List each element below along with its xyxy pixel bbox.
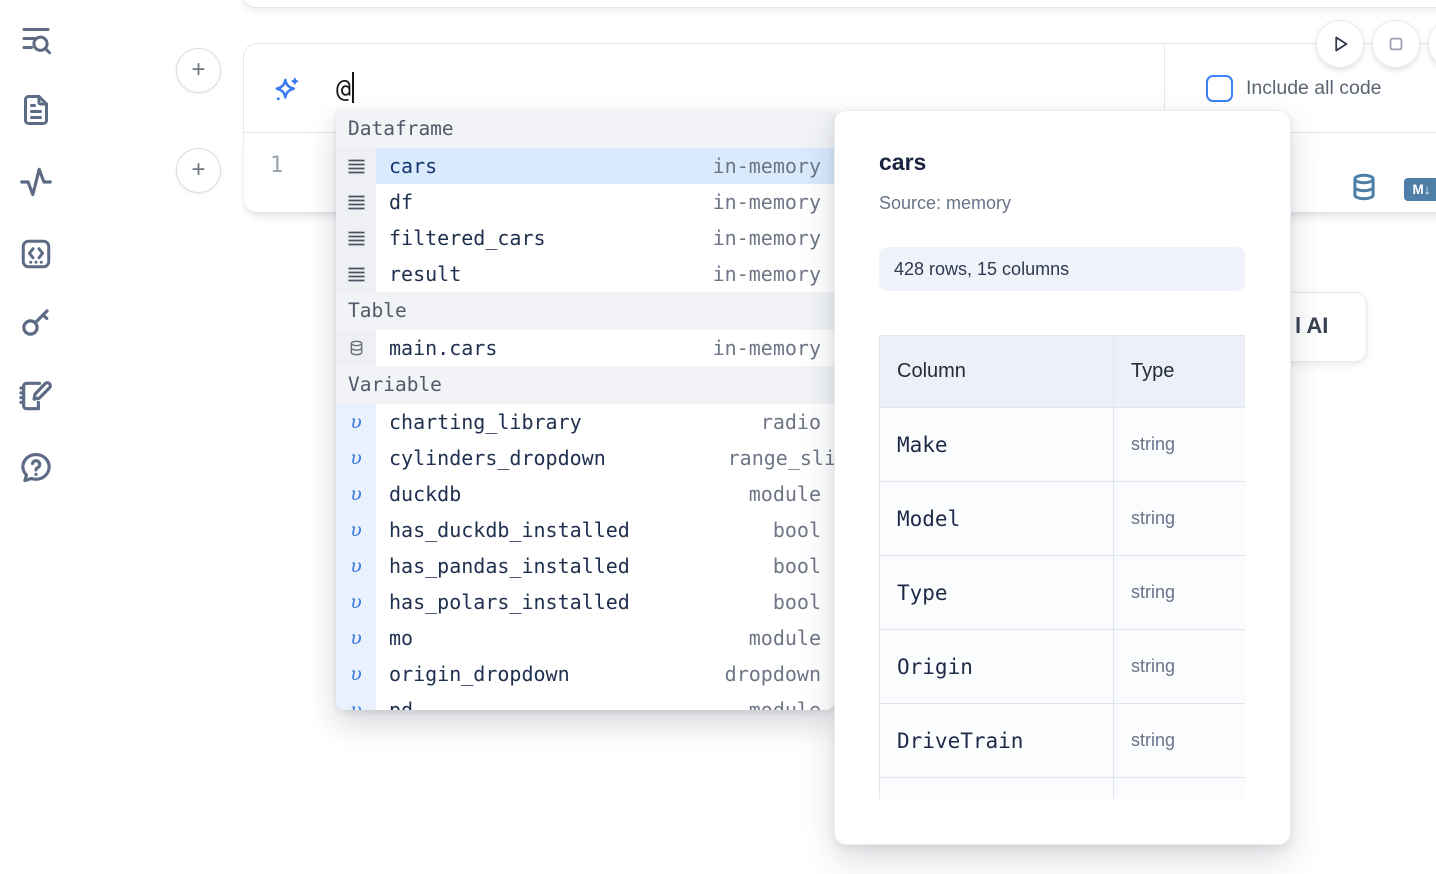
table-row: Model string (880, 482, 1246, 556)
add-cell-button[interactable]: + (176, 48, 221, 93)
stop-icon (1383, 31, 1409, 57)
text-cursor (352, 72, 354, 103)
dataframe-preview-panel: cars Source: memory 428 rows, 15 columns… (834, 110, 1291, 845)
autocomplete-item-cars[interactable]: carsin-memory (336, 148, 834, 184)
help-chat-icon[interactable] (16, 448, 56, 488)
autocomplete-dropdown: Dataframe carsin-memory dfin-memory filt… (336, 110, 834, 710)
scratchpad-icon[interactable] (16, 376, 56, 416)
autocomplete-item-duckdb[interactable]: υ duckdbmodule (336, 476, 834, 512)
file-text-icon[interactable] (16, 90, 56, 130)
rows-icon (347, 230, 366, 247)
markdown-icon[interactable]: M↓ (1404, 178, 1436, 201)
key-icon[interactable] (16, 302, 56, 342)
activity-icon[interactable] (16, 162, 56, 202)
ai-prompt-input[interactable]: @ (336, 72, 354, 103)
autocomplete-item-has-duckdb-installed[interactable]: υ has_duckdb_installedbool (336, 512, 834, 548)
type-header: Type (1114, 336, 1246, 408)
table-row: Type string (880, 556, 1246, 630)
autocomplete-item-charting-library[interactable]: υ charting_libraryradio (336, 404, 834, 440)
table-header-row: Column Type (880, 336, 1246, 408)
table-row: DriveTrain string (880, 704, 1246, 778)
table-row: Make string (880, 408, 1246, 482)
notebook-app: + + @ Include all code 1 (0, 0, 1436, 874)
autocomplete-item-main-cars[interactable]: main.carsin-memory (336, 330, 834, 366)
include-all-code-option[interactable]: Include all code (1206, 75, 1382, 102)
database-icon (348, 339, 365, 357)
autocomplete-item-df[interactable]: dfin-memory (336, 184, 834, 220)
variable-icon: υ (350, 447, 362, 469)
autocomplete-item-result[interactable]: resultin-memory (336, 256, 834, 292)
variable-icon: υ (350, 411, 362, 433)
variable-icon: υ (350, 519, 362, 541)
snippets-code-icon[interactable] (16, 234, 56, 274)
autocomplete-item-filtered-cars[interactable]: filtered_carsin-memory (336, 220, 834, 256)
table-row-clipped (880, 778, 1246, 800)
preview-shape-badge: 428 rows, 15 columns (879, 247, 1245, 291)
autocomplete-item-has-pandas-installed[interactable]: υ has_pandas_installedbool (336, 548, 834, 584)
preview-source: Source: memory (879, 193, 1245, 214)
add-cell-button[interactable]: + (176, 148, 221, 193)
autocomplete-item-origin-dropdown[interactable]: υ origin_dropdowndropdown (336, 656, 834, 692)
autocomplete-item-pd[interactable]: υ pdmodule (336, 692, 834, 710)
variable-icon: υ (350, 591, 362, 613)
variable-icon: υ (350, 699, 362, 710)
preview-title: cars (879, 149, 1245, 176)
line-number: 1 (270, 153, 283, 178)
section-header-variable: Variable (336, 366, 834, 404)
section-header-table: Table (336, 292, 834, 330)
run-cell-button[interactable] (1316, 20, 1364, 68)
database-icon[interactable] (1349, 171, 1379, 208)
ai-prompt-text: @ (336, 74, 351, 103)
previous-cell-fragment (243, 0, 1436, 8)
autocomplete-item-mo[interactable]: υ momodule (336, 620, 834, 656)
autocomplete-item-cylinders-dropdown[interactable]: υ cylinders_dropdownrange_sli (336, 440, 834, 476)
table-row: Origin string (880, 630, 1246, 704)
include-all-code-label: Include all code (1246, 77, 1382, 100)
rows-icon (347, 194, 366, 211)
include-all-code-checkbox[interactable] (1206, 75, 1233, 102)
sparkles-ai-icon (270, 74, 302, 111)
rows-icon (347, 266, 366, 283)
left-sidebar (0, 0, 72, 874)
stop-button[interactable] (1372, 20, 1420, 68)
variable-icon: υ (350, 627, 362, 649)
column-header: Column (880, 336, 1114, 408)
variable-icon: υ (350, 483, 362, 505)
list-search-icon[interactable] (16, 20, 56, 60)
section-header-dataframe: Dataframe (336, 110, 834, 148)
variable-icon: υ (350, 555, 362, 577)
autocomplete-item-has-polars-installed[interactable]: υ has_polars_installedbool (336, 584, 834, 620)
play-icon (1327, 31, 1353, 57)
rows-icon (347, 158, 366, 175)
ai-action-label: l AI (1295, 313, 1328, 339)
preview-schema-table: Column Type Make string Model string Typ… (879, 335, 1245, 799)
variable-icon: υ (350, 663, 362, 685)
